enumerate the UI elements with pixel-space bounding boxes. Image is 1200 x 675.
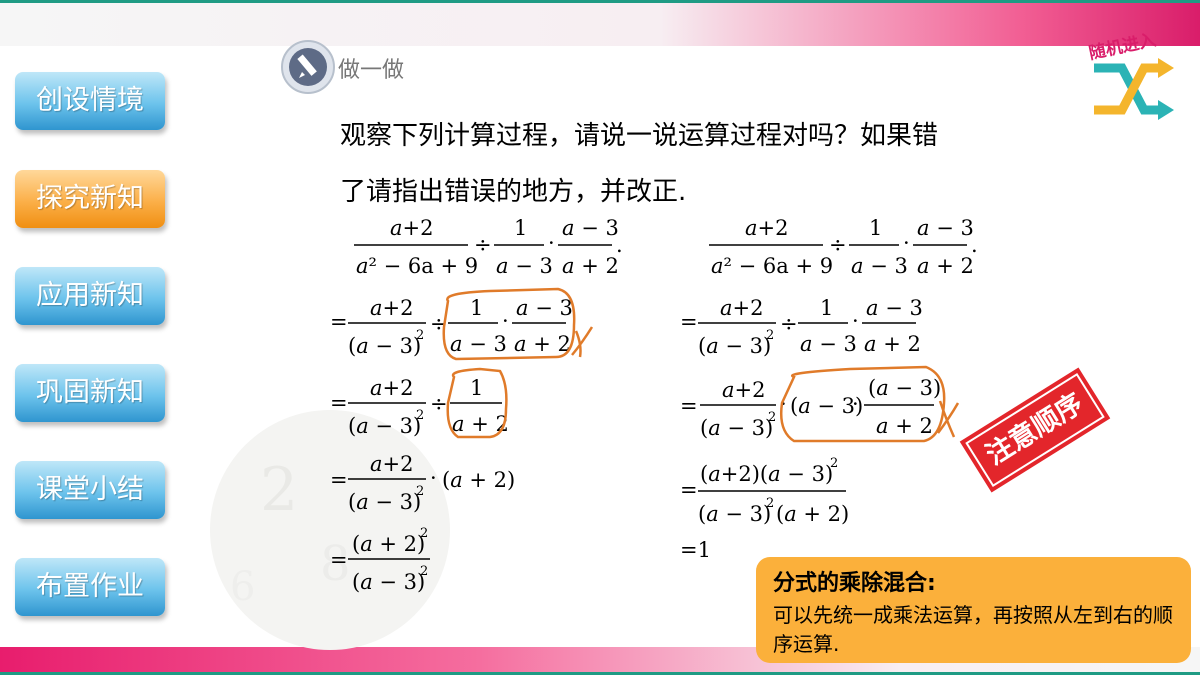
svg-text:1: 1 — [869, 216, 882, 240]
svg-text:÷: ÷ — [829, 233, 847, 257]
svg-text:2: 2 — [830, 456, 838, 471]
svg-text:1: 1 — [470, 296, 483, 320]
svg-text:2: 2 — [260, 455, 298, 525]
svg-text:=: = — [330, 310, 348, 334]
svg-text:(a − 3): (a − 3) — [348, 490, 421, 514]
svg-text:2: 2 — [766, 496, 774, 511]
svg-text:a + 2: a + 2 — [917, 254, 974, 278]
svg-text:a − 3: a − 3 — [516, 296, 573, 320]
svg-text:(a − 3): (a − 3) — [700, 416, 773, 440]
svg-text:=: = — [330, 548, 348, 572]
question-text: 观察下列计算过程，请说一说运算过程对吗？如果错 了请指出错误的地方，并改正. — [340, 108, 1040, 220]
svg-text:2: 2 — [420, 564, 428, 579]
svg-text:(a + 2): (a + 2) — [776, 502, 849, 526]
svg-text:·: · — [852, 309, 859, 333]
svg-text:a − 3: a − 3 — [496, 254, 553, 278]
nav-button-yingyong[interactable]: 应用新知 — [15, 267, 165, 325]
question-line-1: 观察下列计算过程，请说一说运算过程对吗？如果错 — [340, 121, 939, 151]
svg-text:·: · — [903, 231, 910, 255]
svg-text:2: 2 — [416, 328, 424, 343]
svg-text:a+2: a+2 — [370, 296, 414, 320]
svg-text:2: 2 — [416, 484, 424, 499]
svg-text:a − 3: a − 3 — [851, 254, 908, 278]
svg-text:a + 2: a + 2 — [876, 414, 933, 438]
left-step-2: = a+2 (a − 3) 2 ÷ 1 a − 3 · a − 3 a + 2 — [330, 296, 573, 358]
top-banner — [0, 0, 1200, 46]
svg-text:a − 3: a − 3 — [866, 296, 923, 320]
right-step-5: =1 — [680, 538, 711, 562]
svg-text:(a − 3): (a − 3) — [352, 570, 425, 594]
svg-text:a² − 6a + 9: a² − 6a + 9 — [356, 254, 478, 278]
svg-text:.: . — [616, 233, 623, 257]
svg-text:÷: ÷ — [474, 233, 492, 257]
right-step-2: = a+2 (a − 3) 2 ÷ 1 a − 3 · a − 3 a + 2 — [680, 296, 923, 358]
svg-text:1: 1 — [820, 296, 833, 320]
nav-button-zuoye[interactable]: 布置作业 — [15, 558, 165, 616]
svg-text:(a + 2): (a + 2) — [442, 468, 515, 492]
svg-text:a+2: a+2 — [370, 452, 414, 476]
svg-text:(a − 3): (a − 3) — [698, 334, 771, 358]
section-title: 做一做 — [338, 58, 405, 83]
svg-text:2: 2 — [416, 408, 424, 423]
left-step-5: = (a + 2) 2 (a − 3) 2 — [330, 526, 430, 594]
shuffle-arrows-icon — [1094, 58, 1174, 120]
svg-text:a+2: a+2 — [390, 216, 434, 240]
svg-text:a − 3: a − 3 — [450, 332, 507, 356]
svg-text:a+2: a+2 — [745, 216, 789, 240]
svg-text:1: 1 — [514, 216, 527, 240]
summary-text: 可以先统一成乘法运算，再按照从左到右的顺序运算. — [773, 603, 1173, 656]
svg-text:a + 2: a + 2 — [562, 254, 619, 278]
svg-text:a − 3: a − 3 — [917, 216, 974, 240]
svg-text:÷: ÷ — [780, 312, 798, 336]
nav-button-chuangshe[interactable]: 创设情境 — [15, 72, 165, 130]
svg-text:(a − 3): (a − 3) — [698, 502, 771, 526]
svg-text:a + 2: a + 2 — [514, 332, 571, 356]
top-accent-line — [0, 0, 1200, 3]
svg-text:=: = — [330, 468, 348, 492]
left-step-3: = a+2 (a − 3) 2 ÷ 1 a + 2 — [330, 376, 509, 438]
svg-text:(a+2)(a − 3): (a+2)(a − 3) — [700, 462, 833, 486]
svg-text:2: 2 — [768, 410, 776, 425]
left-step-4: = a+2 (a − 3) 2 · (a + 2) — [330, 452, 515, 514]
svg-text:÷: ÷ — [430, 392, 448, 416]
svg-text:a − 3: a − 3 — [800, 332, 857, 356]
svg-text:6: 6 — [230, 564, 255, 610]
svg-text:a+2: a+2 — [720, 296, 764, 320]
summary-title: 分式的乘除混合: — [773, 571, 936, 596]
svg-text:1: 1 — [470, 376, 483, 400]
svg-text:(a + 2): (a + 2) — [352, 532, 425, 556]
svg-text:(a − 3): (a − 3) — [348, 334, 421, 358]
svg-text:a² − 6a + 9: a² − 6a + 9 — [711, 254, 833, 278]
nav-button-gonggu[interactable]: 巩固新知 — [15, 364, 165, 422]
left-original-expression: a+2 a² − 6a + 9 ÷ 1 a − 3 · a − 3 a + 2 … — [354, 216, 623, 278]
right-original-expression: a+2 a² − 6a + 9 ÷ 1 a − 3 · a − 3 a + 2 … — [709, 216, 978, 278]
svg-text:(a − 3): (a − 3) — [348, 414, 421, 438]
nav-button-tanjiu[interactable]: 探究新知 — [15, 170, 165, 228]
svg-text:=: = — [680, 394, 698, 418]
pencil-icon-badge — [281, 40, 335, 94]
nav-button-xiaojie[interactable]: 课堂小结 — [15, 461, 165, 519]
svg-text:=: = — [330, 391, 348, 415]
svg-text:·: · — [548, 231, 555, 255]
svg-text:a+2: a+2 — [722, 378, 766, 402]
svg-text:.: . — [971, 233, 978, 257]
svg-text:2: 2 — [420, 526, 428, 541]
svg-text:=: = — [680, 310, 698, 334]
svg-text:a − 3: a − 3 — [562, 216, 619, 240]
summary-box: 分式的乘除混合: 可以先统一成乘法运算，再按照从左到右的顺序运算. — [756, 557, 1191, 663]
svg-text:·: · — [430, 466, 437, 490]
shuffle-logo[interactable]: 随机进入 — [1082, 28, 1182, 124]
logo-text: 随机进入 — [1087, 29, 1158, 64]
math-work: a+2 a² − 6a + 9 ÷ 1 a − 3 · a − 3 a + 2 … — [330, 216, 978, 594]
svg-text:a+2: a+2 — [370, 376, 414, 400]
right-step-4: = (a+2)(a − 3) 2 (a − 3) 2 (a + 2) — [680, 456, 849, 526]
svg-text:a + 2: a + 2 — [864, 332, 921, 356]
svg-text:·: · — [502, 309, 509, 333]
right-step-3: = a+2 (a − 3) 2 · (a − 3) · (a − 3) a + … — [680, 376, 941, 440]
svg-text:·: · — [852, 392, 859, 416]
pencil-icon — [289, 48, 327, 86]
svg-text:2: 2 — [766, 328, 774, 343]
svg-text:=: = — [680, 478, 698, 502]
svg-text:(a − 3): (a − 3) — [868, 376, 941, 400]
